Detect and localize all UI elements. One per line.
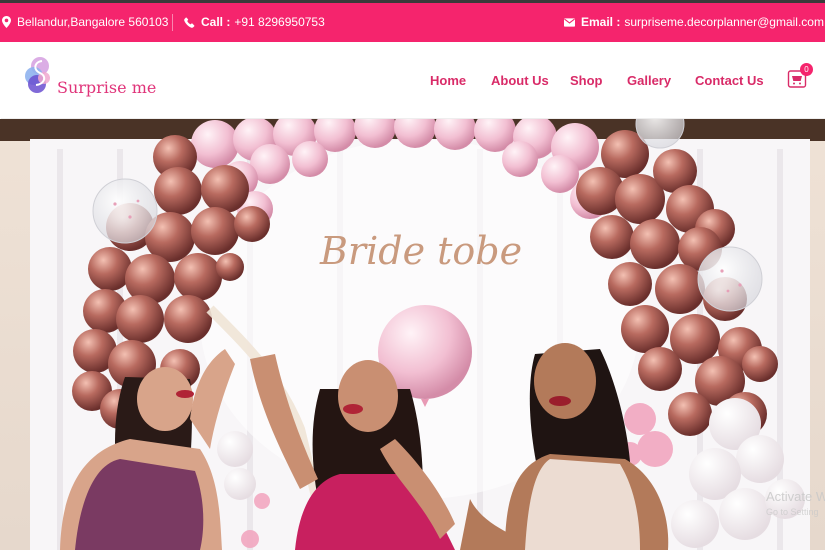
call-number[interactable]: +91 8296950753 (234, 15, 324, 29)
brand-name: Surprise me (57, 78, 157, 97)
envelope-icon (564, 17, 575, 27)
windows-activation-watermark: Activate W Go to Setting (766, 489, 825, 517)
email-label: Email : (581, 15, 621, 29)
nav-contact-us[interactable]: Contact Us (695, 73, 764, 88)
nav-shop[interactable]: Shop (570, 73, 603, 88)
logo-balloon-mark (25, 57, 50, 93)
watermark-subtitle: Go to Setting (766, 507, 819, 517)
watermark-title: Activate W (766, 489, 825, 504)
site-header: Surprise me Home About Us Shop Gallery C… (1, 42, 825, 119)
hero-party-photo: Bride tobe (0, 119, 825, 550)
email-address[interactable]: surpriseme.decorplanner@gmail.com (624, 15, 824, 29)
email-info[interactable]: Email : surpriseme.decorplanner@gmail.co… (564, 15, 824, 29)
call-info[interactable]: Call : +91 8296950753 (184, 15, 325, 29)
address-text: Bellandur,Bangalore 560103 (17, 15, 169, 29)
top-info-bar: Bellandur,Bangalore 560103 Call : +91 82… (0, 3, 825, 42)
hero-banner: Bride tobe Activate W Go to Setting (0, 119, 825, 550)
nav-gallery[interactable]: Gallery (627, 73, 671, 88)
cart-button[interactable]: 0 (787, 63, 813, 91)
address-info: Bellandur,Bangalore 560103 (2, 15, 168, 29)
site-logo[interactable]: Surprise me (22, 52, 162, 108)
topbar-divider (172, 14, 173, 31)
phone-icon (184, 16, 195, 28)
location-pin-icon (2, 16, 11, 28)
bride-to-be-sign: Bride tobe (319, 229, 522, 273)
cart-count-badge: 0 (800, 63, 813, 76)
nav-about-us[interactable]: About Us (491, 73, 549, 88)
call-label: Call : (201, 15, 231, 29)
nav-home[interactable]: Home (430, 73, 466, 88)
